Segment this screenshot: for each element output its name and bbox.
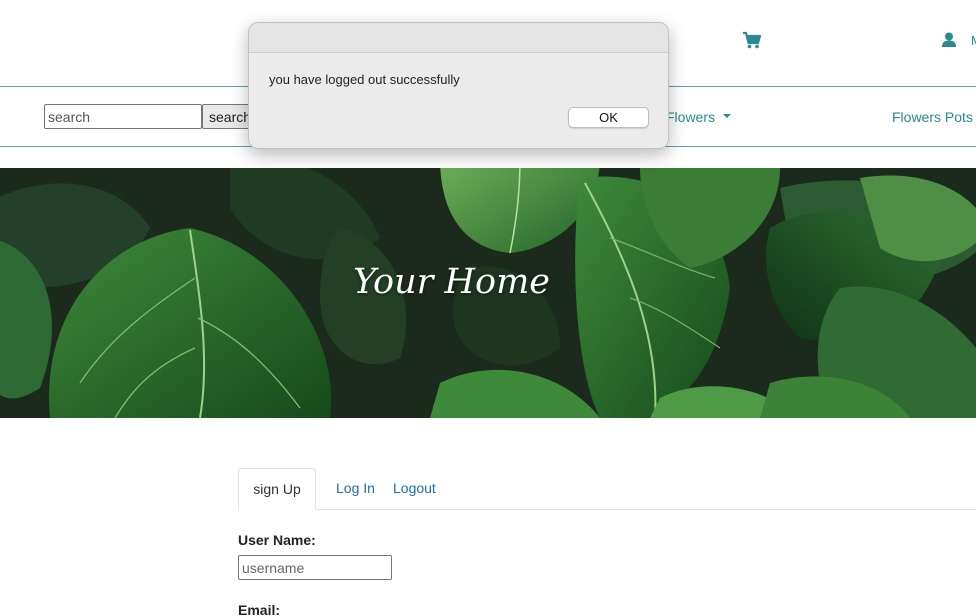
hero-title: Your Home	[352, 262, 551, 302]
flowers-pots-link[interactable]: Flowers Pots	[892, 109, 973, 125]
flowers-label: Flowers	[666, 109, 716, 125]
ok-button[interactable]: OK	[568, 107, 649, 128]
username-field[interactable]	[238, 555, 392, 580]
search-input[interactable]	[44, 104, 202, 129]
account-tabs: sign Up Log In Logout	[238, 468, 976, 510]
caret-down-icon	[723, 114, 732, 118]
dialog-titlebar	[249, 23, 668, 53]
tab-sign-up[interactable]: sign Up	[238, 468, 316, 510]
username-label: User Name:	[238, 532, 316, 548]
user-account[interactable]: M	[941, 31, 976, 48]
tab-log-in[interactable]: Log In	[336, 468, 375, 509]
email-label: Email:	[238, 602, 281, 616]
dialog-message: you have logged out successfully	[269, 72, 460, 87]
tab-logout[interactable]: Logout	[393, 468, 436, 509]
hero-banner: Your Home	[0, 168, 976, 418]
user-icon	[942, 32, 956, 47]
alert-dialog: you have logged out successfully OK	[248, 22, 669, 149]
shopping-cart-icon	[743, 31, 762, 49]
user-label[interactable]: M	[971, 33, 976, 48]
cart-button[interactable]	[742, 31, 762, 51]
flowers-dropdown[interactable]: Flowers	[666, 109, 732, 125]
